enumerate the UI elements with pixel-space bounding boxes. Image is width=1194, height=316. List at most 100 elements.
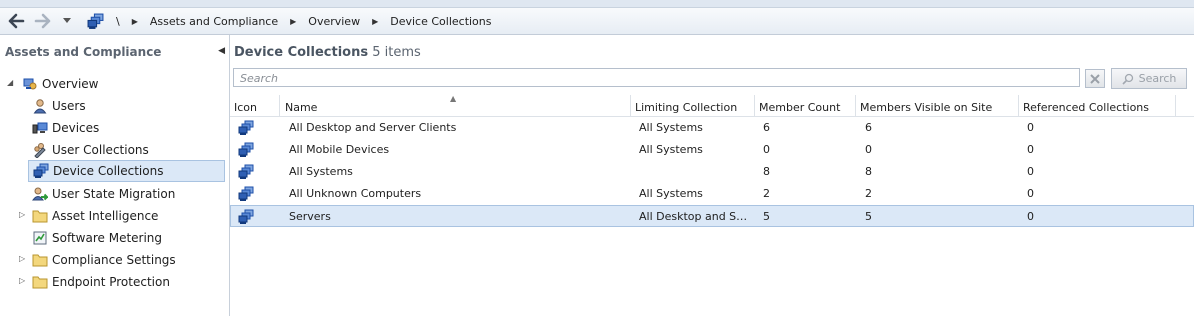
column-header-members-visible[interactable]: Members Visible on Site [856,95,1019,116]
overview-icon [22,76,38,92]
row-member-count: 6 [763,121,770,134]
tree-expanded-icon[interactable]: ◢ [7,78,13,87]
row-icon-cell [238,161,254,183]
history-dropdown-button[interactable] [60,11,74,31]
row-limiting-collection: All Systems [639,121,703,134]
user-collection-icon [32,142,48,158]
column-header-referenced-collections[interactable]: Referenced Collections [1019,95,1176,116]
search-button[interactable]: Search [1111,68,1187,89]
search-input[interactable]: Search [233,68,1080,87]
row-name: All Desktop and Server Clients [289,121,457,134]
page-title: Device Collections 5 items [234,45,421,60]
chevron-down-icon [63,18,71,23]
search-button-label: Search [1138,72,1177,85]
user-state-migration-icon [32,186,48,202]
tree-item-endpoint-protection[interactable]: Endpoint Protection [32,271,170,293]
row-referenced-collections: 0 [1027,143,1034,156]
tree-item-label: Device Collections [53,164,164,178]
device-collection-icon [238,142,254,157]
row-name: All Mobile Devices [289,143,390,156]
folder-icon [32,274,48,290]
row-referenced-collections: 0 [1027,165,1034,178]
column-header-name[interactable]: Name [281,95,631,116]
tree-item-label: Asset Intelligence [52,209,159,223]
column-header-member-count[interactable]: Member Count [755,95,856,116]
forward-arrow-icon [34,13,51,29]
device-collection-icon [238,186,254,201]
device-collection-icon [33,163,49,179]
tree-item-users[interactable]: Users [32,95,86,117]
breadcrumb-separator-icon: ▶ [290,16,297,26]
breadcrumb: \ ▶ Assets and Compliance ▶ Overview ▶ D… [88,8,492,34]
tree-collapsed-icon[interactable]: ▷ [19,254,25,263]
page-title-text: Device Collections [234,45,369,60]
tree-item-label: Users [52,99,86,113]
tree-item-user-collections[interactable]: User Collections [32,139,149,161]
row-referenced-collections: 0 [1027,210,1034,223]
device-collection-icon [238,209,254,224]
window-top-strip [0,0,1194,8]
column-header-limiting-collection[interactable]: Limiting Collection [631,95,755,116]
row-member-count: 0 [763,143,770,156]
row-icon-cell [238,117,254,139]
tree-item-compliance-settings[interactable]: Compliance Settings [32,249,176,271]
table-row[interactable]: All Systems 8 8 0 [230,161,1194,183]
back-arrow-icon [8,13,25,29]
collapse-pane-icon[interactable]: ◀ [218,46,225,56]
navigation-pane: Assets and Compliance ◀ ◢ Overview Users [0,35,230,316]
close-icon [1090,73,1100,84]
tree-item-devices[interactable]: Devices [32,117,99,139]
devices-icon [32,120,48,136]
row-members-visible: 6 [865,121,872,134]
tree-item-label: Overview [42,77,99,91]
row-name: All Unknown Computers [289,187,422,200]
tree-item-label: Software Metering [52,231,163,245]
row-limiting-collection: All Systems [639,187,703,200]
tree-item-label: Compliance Settings [52,253,176,267]
table-row[interactable]: All Mobile Devices All Systems 0 0 0 [230,139,1194,161]
row-member-count: 5 [763,210,770,223]
row-name: Servers [289,210,331,223]
tree-item-label: Devices [52,121,100,135]
row-member-count: 8 [763,165,770,178]
column-header-icon[interactable]: Icon [230,95,280,116]
folder-icon [32,208,48,224]
tree-item-user-state-migration[interactable]: User State Migration [32,183,175,205]
row-referenced-collections: 0 [1027,187,1034,200]
clear-search-button[interactable] [1085,69,1105,88]
device-collection-icon [238,164,254,179]
user-icon [32,98,48,114]
tree-item-label: Endpoint Protection [52,275,170,289]
breadcrumb-device-collections[interactable]: Device Collections [390,15,491,28]
back-button[interactable] [5,11,27,31]
table-row-selected[interactable]: Servers All Desktop and Serv... 5 5 0 [230,205,1194,227]
row-limiting-collection [639,161,751,183]
tree-collapsed-icon[interactable]: ▷ [19,276,25,285]
breadcrumb-root[interactable]: \ [116,15,120,28]
row-limiting-collection: All Desktop and Serv... [639,210,753,223]
navigation-bar: \ ▶ Assets and Compliance ▶ Overview ▶ D… [0,8,1194,35]
tree-item-software-metering[interactable]: Software Metering [32,227,162,249]
collections-table: ▲ Icon Name Limiting Collection Member C… [230,94,1194,227]
table-row[interactable]: All Unknown Computers All Systems 2 2 0 [230,183,1194,205]
navigation-pane-header: Assets and Compliance ◀ [0,35,229,69]
table-row[interactable]: All Desktop and Server Clients All Syste… [230,117,1194,139]
tree-collapsed-icon[interactable]: ▷ [19,210,25,219]
tree-item-device-collections[interactable]: Device Collections [28,160,225,182]
content-pane: Device Collections 5 items Search Search… [230,35,1194,316]
device-collection-icon [238,120,254,135]
forward-button[interactable] [32,11,54,31]
tree-item-overview[interactable]: Overview [22,73,99,95]
software-metering-icon [32,230,48,246]
row-referenced-collections: 0 [1027,121,1034,134]
breadcrumb-separator-icon: ▶ [131,16,138,26]
row-members-visible: 5 [865,210,872,223]
tree-item-asset-intelligence[interactable]: Asset Intelligence [32,205,158,227]
row-name: All Systems [289,165,353,178]
breadcrumb-assets-and-compliance[interactable]: Assets and Compliance [150,15,278,28]
breadcrumb-separator-icon: ▶ [372,16,379,26]
row-members-visible: 8 [865,165,872,178]
breadcrumb-overview[interactable]: Overview [308,15,360,28]
table-header: ▲ Icon Name Limiting Collection Member C… [230,94,1194,117]
row-limiting-collection: All Systems [639,143,703,156]
